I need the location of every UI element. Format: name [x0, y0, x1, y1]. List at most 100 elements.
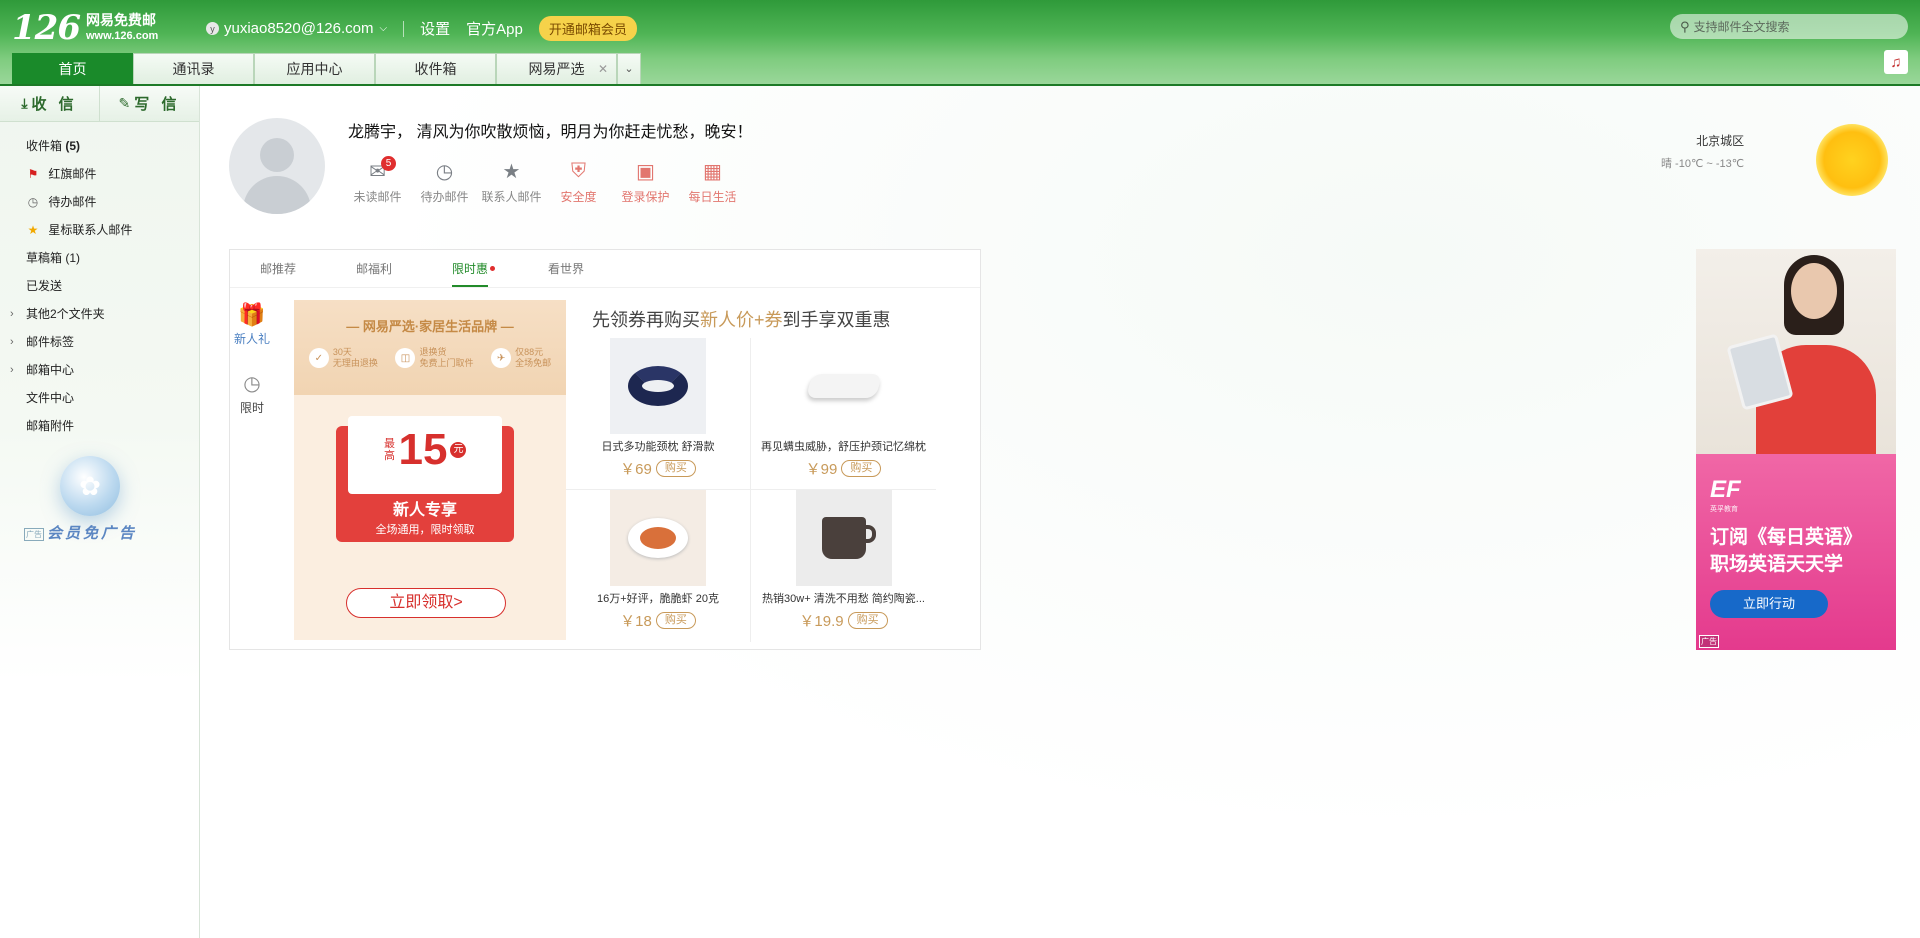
quick-todo[interactable]: ◷ 待办邮件 [411, 156, 478, 205]
feature-free-shipping: ✈ 仅88元 全场免邮 [491, 347, 551, 369]
main-tabs: 首页 通讯录 应用中心 收件箱 网易严选 ✕ ⌄ [12, 53, 641, 84]
chevron-right-icon[interactable]: › [10, 356, 14, 384]
product-name[interactable]: 16万+好评，脆脆虾 20克 [566, 590, 750, 606]
folder-tags[interactable]: › 邮件标签 [0, 328, 199, 356]
weather-widget[interactable]: 北京城区 晴 -10℃ ~ -13℃ [1661, 132, 1744, 171]
chevron-right-icon[interactable]: › [10, 300, 14, 328]
ad-tag: 广告 [24, 527, 44, 541]
folder-todo[interactable]: ◷ 待办邮件 [0, 188, 199, 216]
product-card[interactable]: 日式多功能颈枕 舒滑款 ￥69 购买 [566, 338, 751, 490]
compose-label: 写 信 [134, 96, 181, 113]
official-app-link[interactable]: 官方App [466, 18, 523, 39]
lock-icon: ▣ [636, 160, 655, 183]
side-limited[interactable]: ◷ 限时 [230, 369, 274, 416]
product-image[interactable] [610, 490, 706, 586]
feature-l2: 无理由退换 [332, 358, 378, 368]
feature-l1: 仅88元 [515, 347, 544, 357]
vip-no-ads-banner[interactable]: ✿ 广告 会员免广告 [20, 456, 160, 576]
folder-flagged[interactable]: ⚑ 红旗邮件 [0, 160, 199, 188]
feature-l2: 全场免邮 [515, 358, 552, 368]
product-card[interactable]: 16万+好评，脆脆虾 20克 ￥18 购买 [566, 490, 751, 642]
quick-unread[interactable]: ✉ 5 未读邮件 [344, 156, 411, 205]
tab-app-center[interactable]: 应用中心 [254, 53, 375, 84]
claim-coupon-button[interactable]: 立即领取> [346, 588, 506, 618]
unread-count: (5) [65, 139, 81, 153]
tab-contacts[interactable]: 通讯录 [133, 53, 254, 84]
buy-button[interactable]: 购买 [655, 460, 696, 477]
weather-temp: 晴 -10℃ ~ -13℃ [1661, 158, 1745, 170]
product-name[interactable]: 热销30w+ 清洗不用愁 简约陶瓷... [751, 590, 936, 606]
clock-icon: ◷ [27, 195, 39, 209]
tabs-more-button[interactable]: ⌄ [617, 53, 641, 84]
chevron-down-icon[interactable]: ⌵ [380, 23, 388, 34]
music-icon[interactable]: ♫ [1884, 50, 1908, 74]
product-card[interactable]: 热销30w+ 清洗不用愁 简约陶瓷... ￥19.9 购买 [751, 490, 936, 642]
avatar[interactable] [229, 118, 325, 214]
folder-mail-center[interactable]: › 邮箱中心 [0, 356, 199, 384]
folder-other[interactable]: › 其他2个文件夹 [0, 300, 199, 328]
promo-tabs: 邮推荐 邮福利 限时惠 看世界 [230, 250, 980, 288]
folder-sent[interactable]: 已发送 [0, 272, 199, 300]
folder-label: 红旗邮件 [48, 167, 97, 181]
product-card[interactable]: 再见螨虫威胁，舒压护颈记忆绵枕 ￥99 购买 [751, 338, 936, 490]
tab-limited-deals[interactable]: 限时惠 [452, 250, 496, 287]
receive-button[interactable]: ⤓ 收 信 [0, 86, 100, 121]
product-price: ￥18 [620, 613, 652, 630]
quick-login-protect[interactable]: ▣ 登录保护 [612, 156, 679, 205]
search-box[interactable]: ⚲ [1670, 14, 1908, 39]
ad-action-button[interactable]: 立即行动 [1710, 590, 1828, 618]
clock-icon: ◷ [243, 373, 261, 395]
folder-attachments[interactable]: 邮箱附件 [0, 412, 199, 440]
tab-see-world[interactable]: 看世界 [548, 250, 584, 287]
folder-drafts[interactable]: 草稿箱 (1) [0, 244, 199, 272]
buy-button[interactable]: 购买 [847, 612, 888, 629]
account-avatar[interactable]: y [206, 22, 219, 35]
ef-advertisement[interactable]: EF 英孚教育 订阅《每日英语》 职场英语天天学 立即行动 广告 [1696, 249, 1896, 650]
quick-daily-life[interactable]: ▦ 每日生活 [679, 156, 746, 205]
buy-button[interactable]: 购买 [841, 460, 882, 477]
side-newbie-gift[interactable]: 🎁 新人礼 [230, 300, 274, 347]
tab-home[interactable]: 首页 [12, 53, 133, 84]
quick-security[interactable]: ⛨ 安全度 [545, 156, 612, 205]
folder-inbox[interactable]: 收件箱 (5) [0, 132, 199, 160]
vip-ad-text: 会员免广告 [47, 525, 138, 542]
product-name[interactable]: 日式多功能颈枕 舒滑款 [566, 438, 750, 454]
top-header: 126 网易免费邮 www.126.com y yuxiao8520@126.c… [0, 0, 1920, 86]
promo-headline: 先领券再购买新人价+券到手享双重惠 [592, 306, 891, 332]
open-vip-button[interactable]: 开通邮箱会员 [538, 16, 637, 41]
quick-contacts-mail[interactable]: ★ 联系人邮件 [478, 156, 545, 205]
tab-yanxuan[interactable]: 网易严选 ✕ [496, 53, 617, 84]
tab-label: 限时惠 [452, 262, 489, 276]
compose-button[interactable]: ✎ 写 信 [100, 86, 199, 121]
folder-starred-contacts[interactable]: ★ 星标联系人邮件 [0, 216, 199, 244]
product-name[interactable]: 再见螨虫威胁，舒压护颈记忆绵枕 [751, 438, 936, 454]
logo[interactable]: 126 网易免费邮 www.126.com [12, 10, 158, 45]
feature-l1: 30天 [332, 347, 352, 357]
quick-label: 登录保护 [621, 190, 670, 204]
folder-file-center[interactable]: 文件中心 [0, 384, 199, 412]
clock-icon: ◷ [435, 160, 454, 183]
product-image[interactable] [796, 338, 892, 434]
ef-logo-sub: 英孚教育 [1710, 506, 1738, 513]
check-shield-icon: ✓ [308, 348, 329, 368]
product-image[interactable] [795, 490, 892, 586]
contact-star-icon: ★ [502, 160, 521, 183]
close-icon[interactable]: ✕ [598, 54, 608, 85]
settings-link[interactable]: 设置 [420, 18, 450, 39]
side-label: 新人礼 [233, 332, 270, 346]
folder-label: 待办邮件 [48, 195, 97, 209]
account-email[interactable]: yuxiao8520@126.com [224, 20, 374, 37]
search-input[interactable] [1693, 19, 1894, 34]
product-price: ￥69 [620, 461, 652, 478]
buy-button[interactable]: 购买 [655, 612, 696, 629]
product-image[interactable] [610, 338, 706, 434]
side-label: 限时 [239, 401, 264, 415]
folder-label: 邮件标签 [26, 335, 75, 349]
tab-mail-recommend[interactable]: 邮推荐 [260, 250, 296, 287]
tab-inbox[interactable]: 收件箱 [375, 53, 496, 84]
headline-part: 先领券再购买 [592, 310, 700, 330]
folder-list: 收件箱 (5) ⚑ 红旗邮件 ◷ 待办邮件 ★ 星标联系人邮件 草稿箱 (1) … [0, 122, 199, 440]
tab-mail-welfare[interactable]: 邮福利 [356, 250, 392, 287]
chevron-right-icon[interactable]: › [10, 328, 14, 356]
coupon-banner[interactable]: — 网易严选·家居生活品牌 — ✓ 30天 无理由退换 ◫ 退换货 免费上门取件 ✈… [294, 300, 566, 640]
